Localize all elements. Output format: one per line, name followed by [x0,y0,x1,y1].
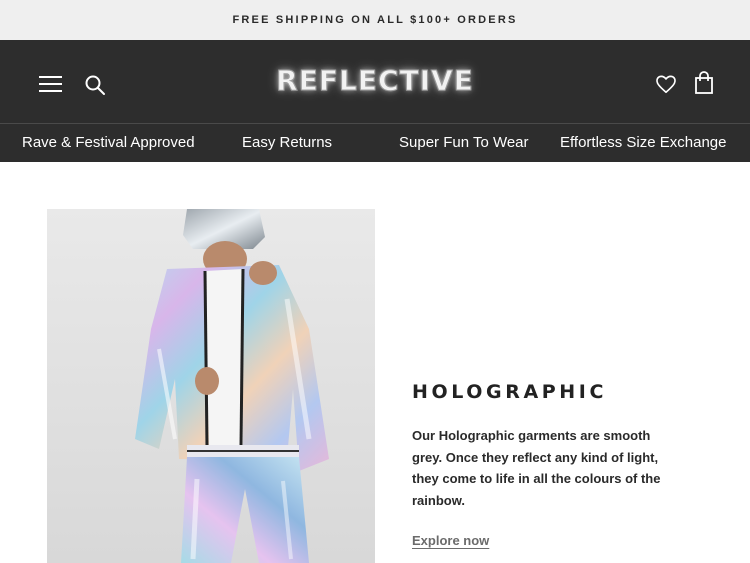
brand-logo[interactable]: REFLECTIVE [0,64,750,98]
announcement-text: FREE SHIPPING ON ALL $100+ ORDERS [232,14,518,26]
usp-rave-festival: Rave & Festival Approved [22,134,195,151]
usp-bar: Rave & Festival Approved Easy Returns Su… [0,123,750,162]
usp-easy-returns: Easy Returns [242,134,333,151]
shopping-bag-icon[interactable] [694,71,714,95]
heart-icon[interactable] [655,73,677,95]
explore-now-link[interactable]: Explore now [412,533,489,548]
holographic-product-image[interactable] [47,209,375,563]
usp-size-exchange: Effortless Size Exchange [560,134,727,151]
announcement-bar: FREE SHIPPING ON ALL $100+ ORDERS [0,0,750,40]
usp-fun-to-wear: Super Fun To Wear [399,134,529,151]
feature-title: HOLOGRAPHIC [412,381,608,403]
feature-description: Our Holographic garments are smooth grey… [412,428,661,508]
site-header: REFLECTIVE [0,40,750,123]
